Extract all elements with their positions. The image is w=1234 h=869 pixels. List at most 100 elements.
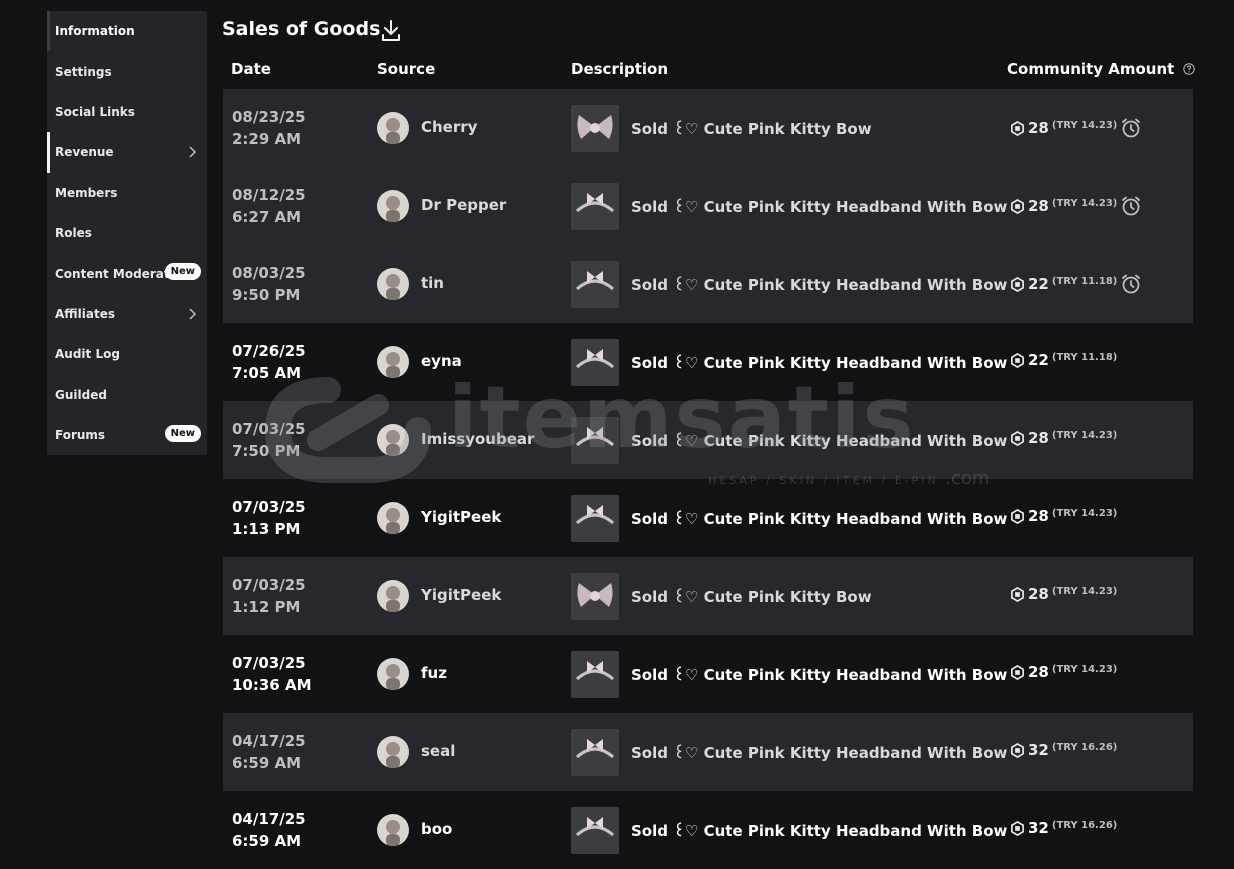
avatar[interactable] — [377, 736, 409, 768]
time-value: 2:29 AM — [232, 130, 302, 148]
description-text: Sold ꒰♡ Cute Pink Kitty Headband With Bo… — [631, 354, 1008, 372]
robux-icon — [1011, 664, 1024, 680]
avatar[interactable] — [377, 580, 409, 612]
try-value: (TRY 16.26) — [1051, 819, 1118, 831]
download-icon[interactable] — [379, 18, 403, 44]
source-name[interactable]: Imissyoubear — [421, 430, 534, 448]
robux-icon — [1011, 352, 1024, 368]
amount-value: 22 — [1028, 351, 1049, 369]
source-name[interactable]: seal — [421, 742, 455, 760]
amount-cell: 22 (TRY 11.18) — [1010, 273, 1142, 295]
source-name[interactable]: eyna — [421, 352, 462, 370]
robux-icon — [1011, 820, 1024, 836]
date-value: 07/26/25 — [232, 342, 306, 360]
chevron-right-icon — [189, 308, 197, 320]
robux-icon — [1011, 276, 1024, 292]
robux-icon — [1011, 586, 1024, 602]
amount-cell: 32 (TRY 16.26) — [1010, 741, 1117, 759]
robux-icon — [1011, 430, 1024, 446]
new-badge: New — [164, 424, 201, 442]
table-row[interactable]: 07/26/25 7:05 AM eyna Sold ꒰♡ Cute Pink Kit… — [223, 323, 1193, 401]
pending-clock-icon — [1122, 274, 1141, 294]
column-header-amount-label: Community Amount — [1007, 60, 1175, 78]
source-name[interactable]: Cherry — [421, 118, 477, 136]
date-value: 04/17/25 — [232, 732, 306, 750]
avatar[interactable] — [377, 814, 409, 846]
sidebar-item-label: Audit Log — [55, 347, 120, 362]
try-value: (TRY 14.23) — [1051, 585, 1118, 597]
date-cell: 08/12/25 6:27 AM — [232, 184, 306, 228]
time-value: 6:59 AM — [232, 832, 302, 850]
avatar[interactable] — [377, 424, 409, 456]
table-row[interactable]: 07/03/25 7:50 PM Imissyoubear Sold ꒰♡ Cute … — [223, 401, 1193, 479]
chevron-right-icon — [189, 146, 197, 158]
try-value: (TRY 11.18) — [1051, 275, 1118, 287]
table-row[interactable]: 07/03/25 1:13 PM YigitPeek Sold ꒰♡ Cute Pin… — [223, 479, 1193, 557]
table-row[interactable]: 04/17/25 6:59 AM boo Sold ꒰♡ Cute Pink Kitt… — [223, 791, 1193, 869]
time-value: 1:13 PM — [232, 520, 301, 538]
item-thumbnail[interactable] — [571, 807, 619, 854]
amount-value: 32 — [1028, 819, 1049, 837]
help-icon[interactable] — [1182, 63, 1195, 75]
sidebar-item-information[interactable]: Information — [47, 11, 207, 52]
sidebar-item-label: Information — [55, 24, 135, 39]
sidebar-item-label: Settings — [55, 64, 112, 79]
source-name[interactable]: boo — [421, 820, 452, 838]
item-thumbnail[interactable] — [571, 417, 619, 464]
date-cell: 08/23/25 2:29 AM — [232, 106, 306, 150]
table-row[interactable]: 08/23/25 2:29 AM Cherry Sold ꒰♡ Cute Pink K… — [223, 89, 1193, 167]
avatar[interactable] — [377, 658, 409, 690]
item-thumbnail[interactable] — [571, 573, 619, 620]
date-value: 07/03/25 — [232, 654, 306, 672]
table-row[interactable]: 08/03/25 9:50 PM tin Sold ꒰♡ Cute Pink Kitt… — [223, 245, 1193, 323]
sidebar-item-forums[interactable]: Forums New — [47, 415, 207, 455]
description-text: Sold ꒰♡ Cute Pink Kitty Headband With Bo… — [631, 198, 1008, 216]
amount-cell: 28 (TRY 14.23) — [1010, 117, 1142, 139]
avatar[interactable] — [377, 268, 409, 300]
robux-icon — [1011, 508, 1024, 524]
source-name[interactable]: Dr Pepper — [421, 196, 506, 214]
pending-clock-icon — [1122, 196, 1141, 216]
sidebar-item-social-links[interactable]: Social Links — [47, 92, 207, 132]
table-row[interactable]: 04/17/25 6:59 AM seal Sold ꒰♡ Cute Pink Kit… — [223, 713, 1193, 791]
sidebar-item-guilded[interactable]: Guilded — [47, 375, 207, 415]
source-name[interactable]: YigitPeek — [421, 508, 501, 526]
time-value: 9:50 PM — [232, 286, 301, 304]
date-value: 08/12/25 — [232, 186, 306, 204]
robux-icon — [1011, 120, 1024, 136]
try-value: (TRY 14.23) — [1051, 197, 1118, 209]
sidebar-item-revenue[interactable]: Revenue — [47, 132, 207, 173]
source-name[interactable]: fuz — [421, 664, 447, 682]
sidebar-item-settings[interactable]: Settings — [47, 51, 207, 91]
table-row[interactable]: 08/12/25 6:27 AM Dr Pepper Sold ꒰♡ Cute Pin… — [223, 167, 1193, 245]
item-thumbnail[interactable] — [571, 729, 619, 776]
time-value: 6:59 AM — [232, 754, 302, 772]
amount-cell: 28 (TRY 14.23) — [1010, 195, 1142, 217]
date-cell: 08/03/25 9:50 PM — [232, 262, 306, 306]
avatar[interactable] — [377, 190, 409, 222]
sidebar-item-label: Members — [55, 185, 118, 200]
item-thumbnail[interactable] — [571, 495, 619, 542]
try-value: (TRY 11.18) — [1051, 351, 1118, 363]
avatar[interactable] — [377, 346, 409, 378]
sidebar-item-members[interactable]: Members — [47, 173, 207, 213]
avatar[interactable] — [377, 112, 409, 144]
item-thumbnail[interactable] — [571, 183, 619, 230]
sidebar-item-content-moderation[interactable]: Content Moderation New — [47, 253, 207, 293]
sales-table: 08/23/25 2:29 AM Cherry Sold ꒰♡ Cute Pink K… — [223, 89, 1193, 869]
item-thumbnail[interactable] — [571, 105, 619, 152]
source-name[interactable]: YigitPeek — [421, 586, 501, 604]
table-row[interactable]: 07/03/25 10:36 AM fuz Sold ꒰♡ Cute Pink Kit… — [223, 635, 1193, 713]
sidebar-item-audit-log[interactable]: Audit Log — [47, 334, 207, 374]
amount-value: 28 — [1028, 507, 1049, 525]
column-header-date: Date — [231, 60, 271, 78]
source-name[interactable]: tin — [421, 274, 444, 292]
avatar[interactable] — [377, 502, 409, 534]
item-thumbnail[interactable] — [571, 651, 619, 698]
sidebar-item-label: Revenue — [55, 145, 114, 160]
sidebar-item-affiliates[interactable]: Affiliates — [47, 294, 207, 334]
item-thumbnail[interactable] — [571, 339, 619, 386]
sidebar-item-roles[interactable]: Roles — [47, 213, 207, 253]
table-row[interactable]: 07/03/25 1:12 PM YigitPeek Sold ꒰♡ Cute Pin… — [223, 557, 1193, 635]
item-thumbnail[interactable] — [571, 261, 619, 308]
